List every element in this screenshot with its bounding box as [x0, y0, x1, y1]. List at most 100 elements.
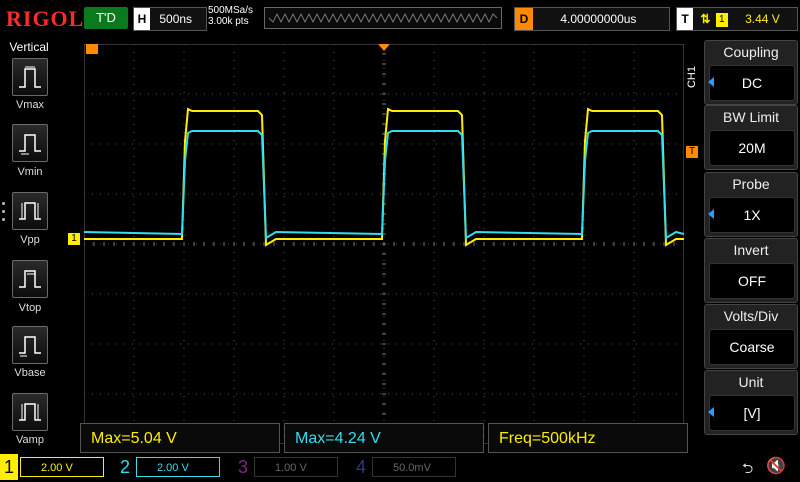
trigger-point-marker[interactable]	[86, 44, 98, 54]
speaker-muted-icon[interactable]: 🔇	[766, 456, 786, 476]
ch1-ground-marker[interactable]: 1	[68, 233, 80, 245]
delay-display[interactable]: D 4.00000000us	[514, 7, 670, 31]
grid-dot	[283, 84, 285, 85]
grid-dot	[133, 196, 135, 197]
grid-dot	[476, 293, 477, 295]
grid-dot	[333, 84, 335, 85]
grid-dot	[583, 348, 585, 349]
bw-limit-menu-item[interactable]: BW Limit 20M	[704, 105, 798, 170]
grid-dot	[132, 143, 133, 145]
grid-dot	[260, 393, 261, 395]
grid-dot	[236, 143, 237, 145]
grid-dot	[228, 293, 229, 295]
trigger-level-marker[interactable]: T	[686, 146, 698, 158]
grid-dot	[676, 293, 677, 295]
vmax-button[interactable]	[12, 58, 48, 96]
grid-dot	[383, 332, 385, 333]
grid-dot	[596, 93, 597, 95]
grid-dot	[148, 343, 149, 345]
select-arrow-icon	[708, 77, 714, 87]
grid-dot	[633, 404, 635, 405]
measure-category-title[interactable]: Vertical	[0, 40, 58, 54]
trigger-display[interactable]: T ⇅ 1 3.44 V	[676, 7, 798, 31]
ch1-scale[interactable]: 2.00 V	[20, 457, 104, 477]
coupling-menu-item[interactable]: Coupling DC	[704, 40, 798, 105]
probe-menu-item[interactable]: Probe 1X	[704, 172, 798, 237]
grid-dot	[233, 204, 235, 205]
vamp-button[interactable]	[12, 393, 48, 431]
ch4-number[interactable]: 4	[356, 456, 366, 478]
grid-dot	[533, 220, 535, 221]
grid-dot	[292, 343, 293, 345]
grid-dot	[420, 243, 421, 245]
grid-dot	[233, 260, 235, 261]
grid-dot	[244, 293, 245, 295]
measurement-ch1-max[interactable]: Max=5.04 V	[80, 423, 280, 453]
ch3-scale[interactable]: 1.00 V	[254, 457, 338, 477]
grid-dot	[433, 68, 435, 69]
vtop-button[interactable]	[12, 260, 48, 298]
grid-dot	[364, 143, 365, 145]
grid-dot	[116, 93, 117, 95]
run-state-badge[interactable]: T'D	[84, 7, 128, 29]
grid-dot	[583, 268, 585, 269]
grid-dot	[333, 300, 335, 301]
measurement-frequency[interactable]: Freq=500kHz	[488, 423, 688, 453]
ch2-scale[interactable]: 2.00 V	[136, 457, 220, 477]
grid-dot	[183, 236, 185, 237]
grid-dot	[233, 220, 235, 221]
measurement-ch2-max[interactable]: Max=4.24 V	[284, 423, 484, 453]
grid-dot	[283, 372, 285, 373]
grid-dot	[588, 343, 589, 345]
grid-dot	[148, 243, 149, 245]
invert-menu-item[interactable]: Invert OFF	[704, 238, 798, 303]
ch2-number[interactable]: 2	[120, 456, 130, 478]
waveform-display[interactable]	[84, 44, 684, 444]
grid-dot	[116, 343, 117, 345]
grid-dot	[383, 276, 385, 277]
grid-dot	[92, 343, 93, 345]
grid-dot	[483, 364, 485, 365]
grid-dot	[283, 196, 285, 197]
grid-dot	[260, 143, 261, 145]
ch1-number[interactable]: 1	[4, 456, 14, 478]
unit-menu-item[interactable]: Unit [V]	[704, 370, 798, 435]
grid-dot	[283, 324, 285, 325]
grid-dot	[183, 124, 185, 125]
grid-dot	[324, 143, 325, 145]
grid-dot	[533, 420, 535, 421]
grid-dot	[140, 193, 141, 195]
grid-dot	[508, 393, 509, 395]
grid-dot	[433, 260, 435, 261]
grid-dot	[436, 243, 437, 245]
grid-dot	[183, 388, 185, 389]
volts-div-menu-item[interactable]: Volts/Div Coarse	[704, 304, 798, 369]
grid-dot	[676, 93, 677, 95]
grid-dot	[508, 193, 509, 195]
grid-dot	[483, 212, 485, 213]
vbase-button[interactable]	[12, 326, 48, 364]
vmin-button[interactable]	[12, 124, 48, 162]
grid-dot	[620, 93, 621, 95]
grid-dot	[420, 93, 421, 95]
grid-dot	[283, 268, 285, 269]
grid-dot	[583, 404, 585, 405]
grid-dot	[484, 343, 485, 345]
ch4-scale[interactable]: 50.0mV	[372, 457, 456, 477]
grid-dot	[372, 193, 373, 195]
grid-dot	[383, 116, 385, 117]
vpp-button[interactable]	[12, 192, 48, 230]
grid-dot	[183, 420, 185, 421]
grid-dot	[383, 412, 385, 413]
grid-dot	[676, 243, 677, 245]
grid-dot	[460, 293, 461, 295]
horizontal-timebase[interactable]: H 500ns	[133, 7, 207, 31]
grid-dot	[133, 220, 135, 221]
ch3-number[interactable]: 3	[238, 456, 248, 478]
grid-dot	[588, 143, 589, 145]
grid-dot	[596, 393, 597, 395]
memory-position-bar[interactable]	[264, 7, 502, 29]
grid-dot	[433, 100, 435, 101]
grid-dot	[233, 308, 235, 309]
grid-dot	[196, 143, 197, 145]
